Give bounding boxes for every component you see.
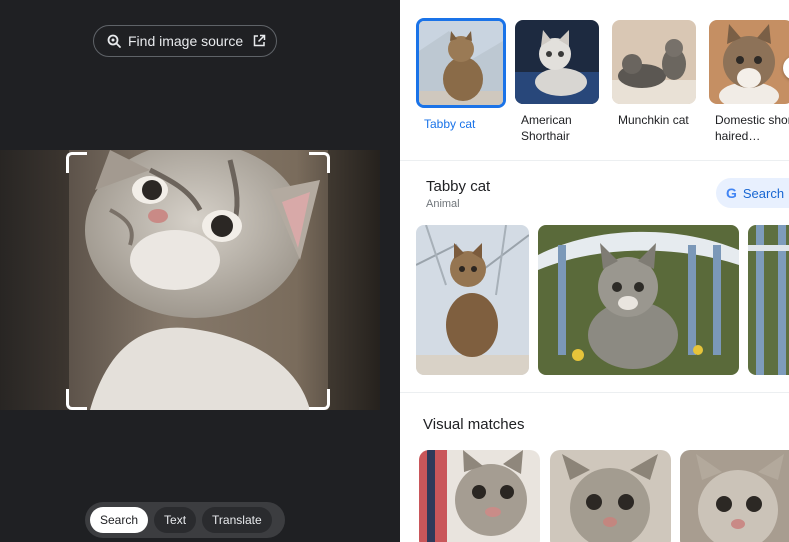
visual-matches-title: Visual matches: [423, 416, 525, 433]
american-shorthair-image: [515, 20, 599, 104]
lens-search-icon: [106, 33, 122, 49]
visual-match-card[interactable]: [680, 450, 789, 542]
munchkin-cat-image: [612, 20, 696, 104]
tabby-cat-image: [416, 18, 506, 108]
entity-search-button[interactable]: G Search: [716, 178, 789, 208]
domestic-short-haired-image: [709, 20, 789, 104]
breed-label-american-shorthair: American Shorthair: [521, 113, 572, 143]
crop-dim-left: [0, 150, 69, 410]
find-image-source-button[interactable]: Find image source: [93, 25, 277, 57]
google-g-icon: G: [726, 185, 737, 201]
breed-thumb-american-shorthair[interactable]: American Shorthair: [515, 20, 607, 144]
breed-thumb-tabby[interactable]: Tabby cat: [416, 18, 510, 132]
breed-thumb-munchkin[interactable]: Munchkin cat: [612, 20, 704, 128]
lens-mode-switcher: Search Text Translate: [85, 502, 285, 538]
tabby-result-image-3[interactable]: [748, 225, 789, 375]
breed-label-domestic-short-haired: Domestic short-haired…: [715, 113, 789, 143]
query-cat-photo: [0, 150, 380, 410]
open-in-new-icon: [252, 34, 266, 48]
lens-viewer-panel: Find image source Search Text Translate: [0, 0, 400, 542]
find-image-source-label: Find image source: [128, 33, 244, 49]
entity-subtitle: Animal: [426, 198, 460, 210]
visual-match-card[interactable]: [550, 450, 671, 542]
mode-translate-button[interactable]: Translate: [202, 507, 272, 533]
mode-search-button[interactable]: Search: [90, 507, 149, 533]
entity-title: Tabby cat: [426, 178, 491, 195]
breed-thumb-domestic-short-haired[interactable]: Domestic short-haired…: [709, 20, 789, 144]
crop-dim-right: [328, 150, 380, 410]
visual-match-card[interactable]: [419, 450, 540, 542]
results-panel: Tabby cat American Shorthair Munchkin ca…: [400, 0, 789, 542]
tabby-result-image-2[interactable]: [538, 225, 739, 375]
tabby-result-image[interactable]: [416, 225, 529, 375]
breed-label-munchkin: Munchkin cat: [618, 113, 689, 127]
mode-text-button[interactable]: Text: [154, 507, 197, 533]
divider: [400, 392, 789, 393]
divider: [400, 160, 789, 161]
breed-label-tabby: Tabby cat: [424, 117, 476, 131]
entity-search-label: Search: [742, 185, 785, 201]
